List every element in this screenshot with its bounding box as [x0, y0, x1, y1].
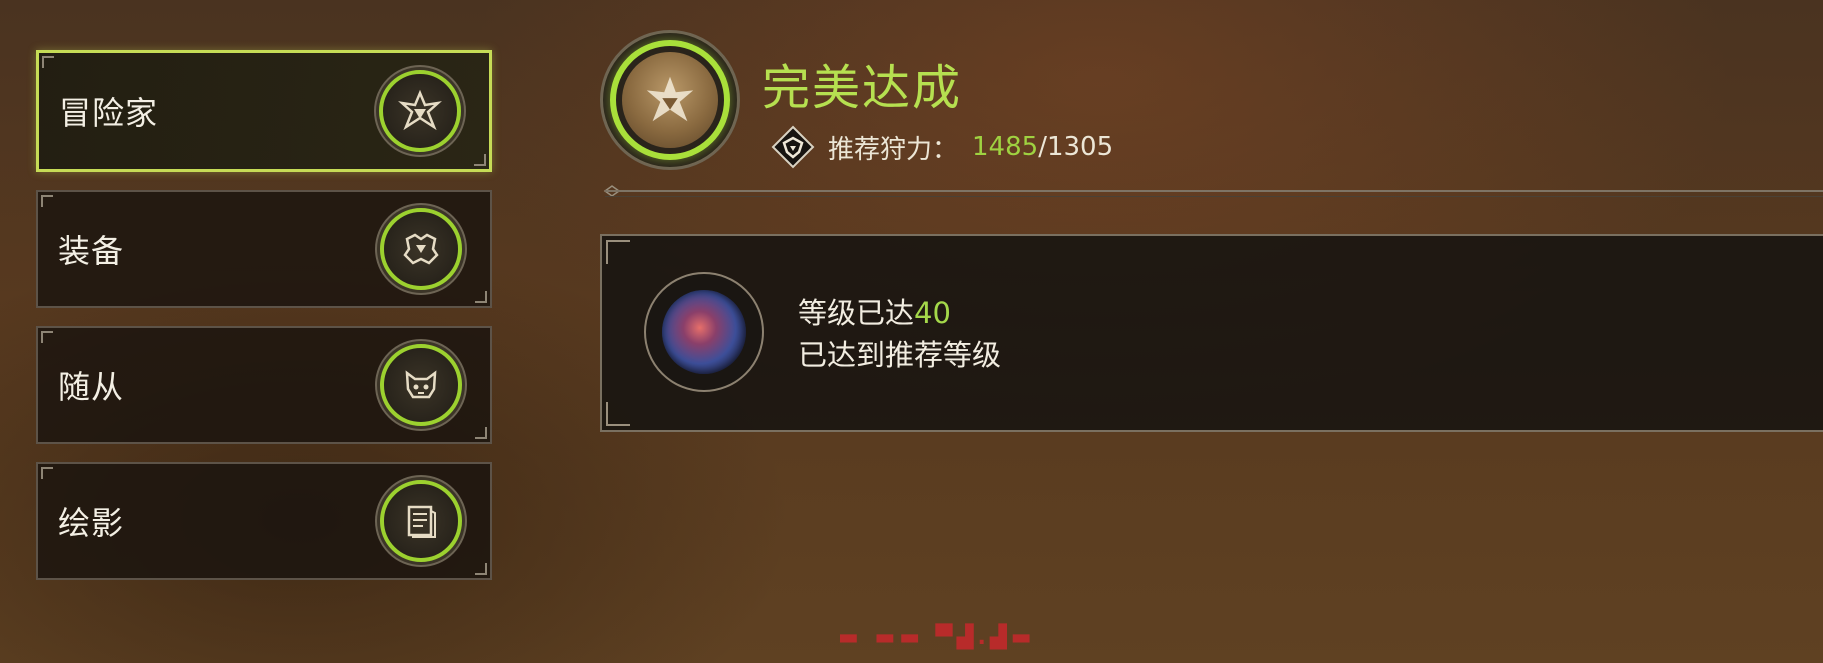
corner-ornament: [42, 56, 54, 68]
level-gem-icon: [644, 272, 764, 392]
sidebar-item-companion[interactable]: 随从: [36, 326, 492, 444]
armor-icon: [380, 208, 462, 290]
corner-ornament: [606, 402, 630, 426]
corner-ornament: [41, 467, 53, 479]
corner-ornament: [475, 563, 487, 575]
sidebar-item-adventurer[interactable]: 冒险家: [36, 50, 492, 172]
sidebar-item-label: 随从: [58, 368, 125, 406]
recommended-level-reached: 已达到推荐等级: [798, 338, 1002, 372]
corner-ornament: [474, 154, 486, 166]
companion-icon: [380, 344, 462, 426]
power-current-value: 1485: [972, 132, 1039, 162]
sidebar-item-label: 绘影: [58, 504, 125, 542]
level-reached-line: 等级已达40: [798, 292, 1001, 334]
category-sidebar: 冒险家 装备 随从 绘影: [36, 50, 492, 598]
watermark-logo: ▬ ▬▬ ▀▟.▟▬: [838, 625, 1036, 650]
power-recommended-value: 1305: [1046, 132, 1114, 162]
power-label: 推荐狩力：: [828, 134, 959, 165]
sidebar-item-label: 冒险家: [59, 94, 159, 132]
corner-ornament: [41, 331, 53, 343]
emblem-ring: [610, 40, 730, 160]
level-reached-label: 等级已达: [798, 296, 915, 330]
level-value: 40: [914, 296, 951, 330]
emblem-star-icon: [622, 52, 718, 148]
requirement-panel: 等级已达40 已达到推荐等级: [600, 234, 1823, 432]
sidebar-item-label: 装备: [58, 232, 125, 270]
corner-ornament: [606, 240, 630, 264]
sidebar-item-portrait[interactable]: 绘影: [36, 462, 492, 580]
hunt-power-icon: [771, 125, 815, 169]
sidebar-item-equipment[interactable]: 装备: [36, 190, 492, 308]
corner-ornament: [475, 427, 487, 439]
corner-ornament: [475, 291, 487, 303]
achievement-emblem: [600, 30, 740, 170]
recommended-power: 推荐狩力： 1485 / 1305: [770, 124, 1113, 170]
corner-ornament: [41, 195, 53, 207]
scroll-icon: [380, 480, 462, 562]
page-title: 完美达成: [762, 60, 963, 116]
section-divider: [605, 190, 1823, 197]
requirement-text: 等级已达40 已达到推荐等级: [798, 292, 1001, 376]
gem-image: [662, 290, 746, 374]
adventurer-icon: [379, 70, 461, 152]
power-separator: /: [1038, 132, 1047, 162]
